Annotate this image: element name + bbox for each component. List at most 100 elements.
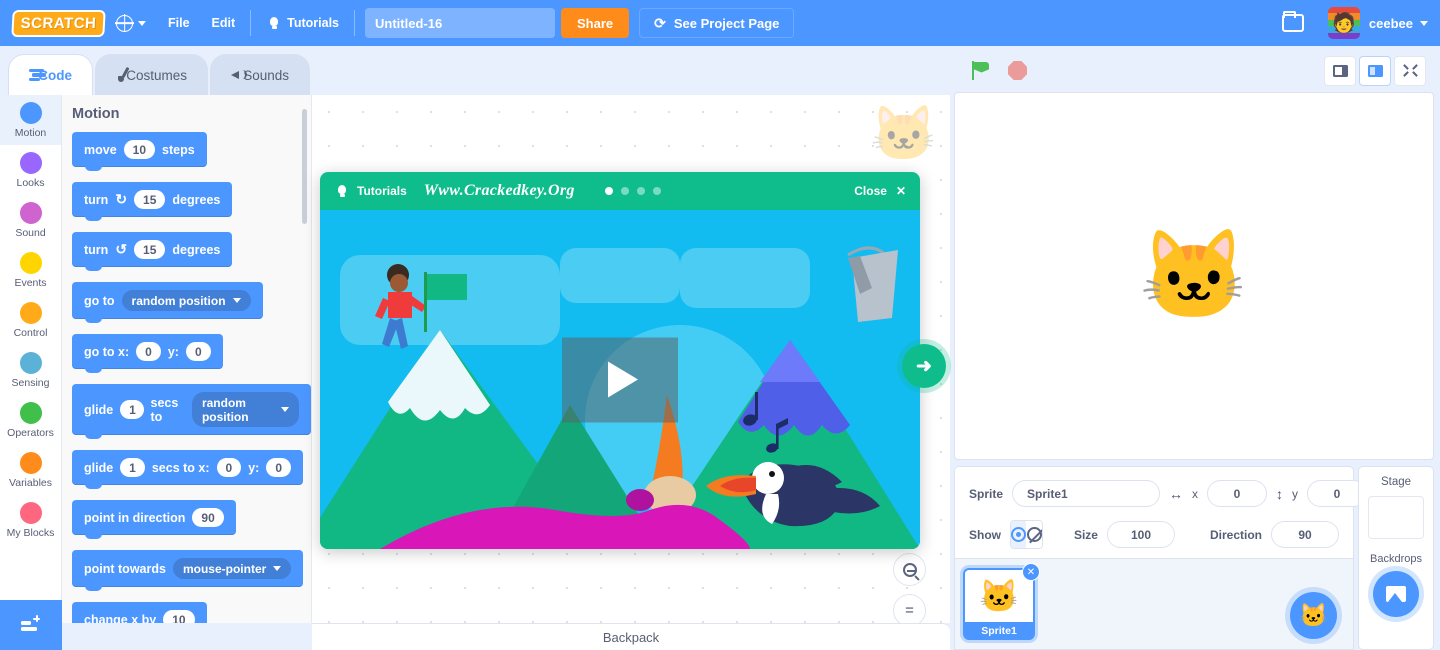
block-move-steps[interactable]: move10steps xyxy=(72,132,207,167)
tutorial-modal-title: Tutorials xyxy=(357,184,407,198)
block-turn-left[interactable]: turn↺15degrees xyxy=(72,232,232,267)
category-motion[interactable]: Motion xyxy=(0,95,61,145)
block-turn-right[interactable]: turn↻15degrees xyxy=(72,182,232,217)
block-input[interactable]: 15 xyxy=(134,190,165,209)
block-label: degrees xyxy=(172,193,220,207)
language-selector[interactable] xyxy=(105,0,157,46)
block-input[interactable]: 0 xyxy=(136,342,161,361)
block-go-to[interactable]: go torandom position xyxy=(72,282,263,319)
block-dropdown[interactable]: random position xyxy=(192,392,299,427)
menu-file[interactable]: File xyxy=(157,0,201,46)
sprite-info-row-2: Show Size Direction xyxy=(969,520,1339,549)
tutorial-dot-4[interactable] xyxy=(653,187,661,195)
menu-divider-2 xyxy=(354,10,355,36)
x-input[interactable] xyxy=(1207,480,1267,507)
tutorial-video[interactable] xyxy=(320,210,920,549)
category-label: Sensing xyxy=(12,377,50,389)
green-flag-icon[interactable] xyxy=(971,61,991,81)
category-my-blocks[interactable]: My Blocks xyxy=(0,495,61,545)
delete-sprite-button[interactable]: ✕ xyxy=(1022,563,1040,581)
project-title-input[interactable] xyxy=(365,8,555,38)
workspace-watermark-cat-icon: 🐱 xyxy=(870,103,937,166)
block-dropdown[interactable]: mouse-pointer xyxy=(173,558,291,579)
tutorial-close-button[interactable]: Close ✕ xyxy=(854,184,906,198)
category-label: Operators xyxy=(7,427,54,439)
category-operators[interactable]: Operators xyxy=(0,395,61,445)
tab-code[interactable]: Code xyxy=(8,54,93,95)
tutorial-dot-3[interactable] xyxy=(637,187,645,195)
stage-sprite-cat-icon[interactable]: 🐱 xyxy=(1139,225,1249,328)
category-looks[interactable]: Looks xyxy=(0,145,61,195)
block-input[interactable]: 1 xyxy=(120,400,143,419)
block-point-in-direction[interactable]: point in direction90 xyxy=(72,500,236,535)
palette-scrollbar[interactable] xyxy=(302,109,307,224)
avatar-face: 🧑 xyxy=(1328,7,1360,39)
show-label: Show xyxy=(969,528,1001,542)
fullscreen-icon xyxy=(1403,64,1418,77)
zoom-reset-button[interactable]: = xyxy=(893,594,926,623)
block-glide-to-xy[interactable]: glide1secs to x:0y:0 xyxy=(72,450,303,485)
show-hidden-button[interactable] xyxy=(1026,521,1041,548)
category-label: Control xyxy=(14,327,48,339)
block-input[interactable]: 0 xyxy=(217,458,242,477)
block-input[interactable]: 1 xyxy=(120,458,145,477)
share-button[interactable]: Share xyxy=(561,8,629,38)
stage-canvas[interactable]: 🐱 xyxy=(954,92,1434,460)
block-input[interactable]: 0 xyxy=(266,458,291,477)
menu-edit[interactable]: Edit xyxy=(201,0,247,46)
category-color-dot xyxy=(20,352,42,374)
block-input[interactable]: 10 xyxy=(163,610,194,623)
tab-sounds[interactable]: Sounds xyxy=(210,54,310,95)
stage-backdrop-thumbnail[interactable] xyxy=(1368,496,1424,539)
backdrops-label: Backdrops xyxy=(1370,553,1422,565)
direction-input[interactable] xyxy=(1271,521,1339,548)
category-events[interactable]: Events xyxy=(0,245,61,295)
small-stage-button[interactable] xyxy=(1324,56,1356,86)
block-input[interactable]: 15 xyxy=(134,240,165,259)
see-project-page-button[interactable]: ⟳ See Project Page xyxy=(639,8,794,38)
show-visible-button[interactable] xyxy=(1011,521,1026,548)
size-input[interactable] xyxy=(1107,521,1175,548)
block-glide-to[interactable]: glide1secs torandom position xyxy=(72,384,311,435)
category-control[interactable]: Control xyxy=(0,295,61,345)
tutorial-next-button[interactable]: ➜ xyxy=(902,344,946,388)
block-point-towards[interactable]: point towardsmouse-pointer xyxy=(72,550,303,587)
brush-icon xyxy=(116,67,118,83)
stage-selector-panel[interactable]: Stage Backdrops xyxy=(1358,466,1434,650)
tab-costumes[interactable]: Costumes xyxy=(95,54,208,95)
add-backdrop-button[interactable] xyxy=(1373,571,1419,617)
block-label: y: xyxy=(248,461,259,475)
block-dropdown[interactable]: random position xyxy=(122,290,251,311)
category-sensing[interactable]: Sensing xyxy=(0,345,61,395)
block-palette[interactable]: Motion move10stepsturn↻15degreesturn↺15d… xyxy=(62,95,312,623)
category-sound[interactable]: Sound xyxy=(0,195,61,245)
tutorial-dot-1[interactable] xyxy=(605,187,613,195)
tutorial-dot-2[interactable] xyxy=(621,187,629,195)
stop-sign-icon[interactable] xyxy=(1008,61,1027,80)
avatar[interactable]: 🧑 xyxy=(1328,7,1360,39)
video-play-button[interactable] xyxy=(562,337,678,422)
tutorial-modal[interactable]: Tutorials Www.Crackedkey.Org Close ✕ xyxy=(320,172,920,549)
category-variables[interactable]: Variables xyxy=(0,445,61,495)
account-chevron-icon[interactable] xyxy=(1420,21,1428,26)
block-input[interactable]: 10 xyxy=(124,140,155,159)
folder-icon[interactable] xyxy=(1282,14,1304,32)
block-change-x-by[interactable]: change x by10 xyxy=(72,602,207,623)
block-input[interactable]: 90 xyxy=(192,508,223,527)
backpack-bar[interactable]: Backpack xyxy=(312,623,950,650)
menu-tutorials[interactable]: Tutorials xyxy=(255,0,350,46)
sprite-thumbnail-sprite1[interactable]: 🐱 Sprite1 ✕ xyxy=(963,568,1035,640)
block-go-to-xy[interactable]: go to x:0y:0 xyxy=(72,334,223,369)
scratch-logo[interactable]: SCRATCH xyxy=(11,10,105,37)
fullscreen-button[interactable] xyxy=(1394,56,1426,86)
large-stage-button[interactable] xyxy=(1359,56,1391,86)
sprite-name-input[interactable] xyxy=(1012,480,1160,507)
chevron-down-icon xyxy=(233,298,241,303)
category-color-dot xyxy=(20,502,42,524)
add-sprite-button[interactable]: 🐱 xyxy=(1290,592,1337,639)
horizontal-arrows-icon: ↔ xyxy=(1169,486,1183,502)
add-extension-button[interactable] xyxy=(0,600,62,650)
add-sprite-cat-icon: 🐱 xyxy=(1299,602,1328,629)
block-input[interactable]: 0 xyxy=(186,342,211,361)
zoom-out-button[interactable] xyxy=(893,553,926,586)
